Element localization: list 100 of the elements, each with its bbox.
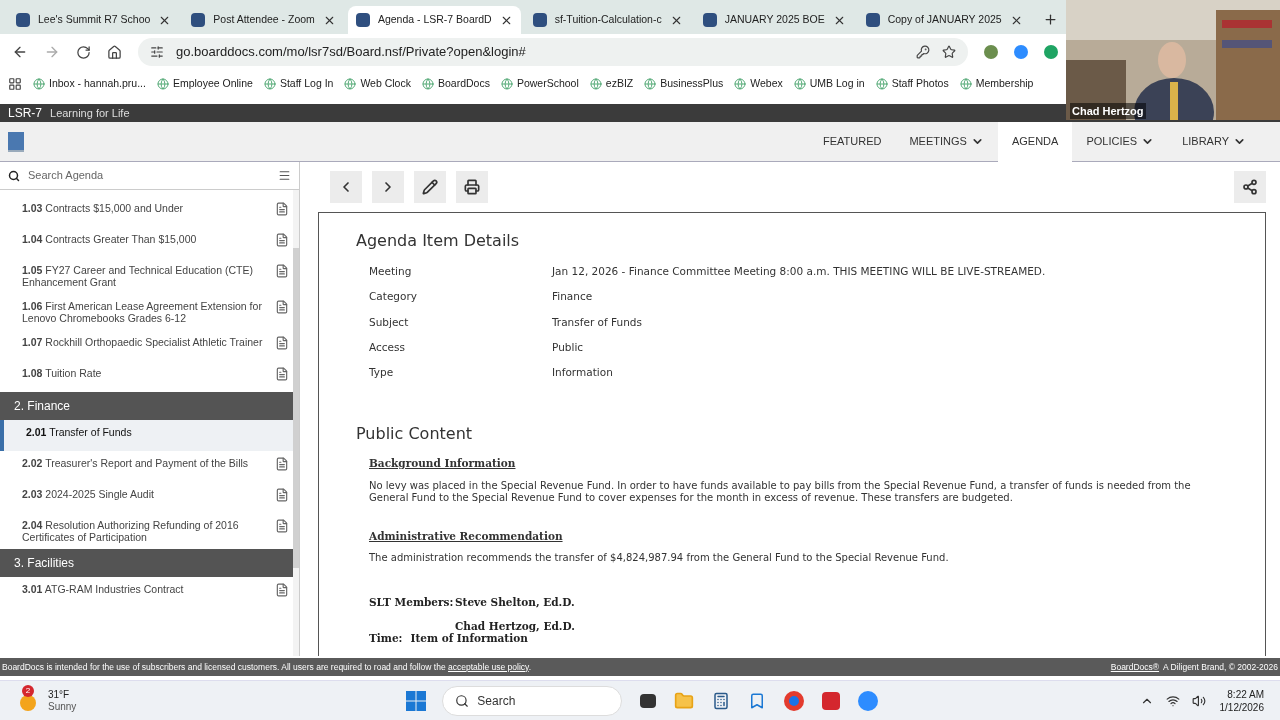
bookmark-item[interactable]: Membership: [959, 76, 1034, 92]
document-icon[interactable]: [275, 336, 289, 350]
globe-icon: [263, 78, 276, 90]
agenda-item[interactable]: 2.03 2024-2025 Single Audit: [0, 482, 293, 513]
agenda-item[interactable]: 1.03 Contracts $15,000 and Under: [0, 196, 293, 227]
agenda-item-title: 1.06 First American Lease Agreement Extension for Lenovo Chromebooks Grades 6-12: [22, 300, 263, 324]
tab-title: JANUARY 2025 BOE: [724, 12, 825, 28]
search-field[interactable]: Search Agenda: [28, 167, 270, 184]
bookmark-item[interactable]: ezBIZ: [589, 76, 634, 92]
print-button[interactable]: [456, 171, 488, 203]
globe-icon: [875, 78, 888, 90]
wifi-icon[interactable]: [1165, 693, 1180, 708]
logo-icon[interactable]: [8, 131, 24, 152]
printer-icon: [464, 179, 480, 195]
agenda-item[interactable]: 2.04 Resolution Authorizing Refunding of 2016 Certificates of Participation: [0, 513, 293, 549]
browser-tab[interactable]: Copy of JANUARY 2025: [857, 6, 1031, 34]
document-icon[interactable]: [275, 202, 289, 216]
browser-tab[interactable]: Lee's Summit R7 Schoo: [8, 6, 180, 34]
browser-tab[interactable]: JANUARY 2025 BOE: [694, 6, 854, 34]
brand-link[interactable]: BoardDocs®: [1110, 660, 1160, 674]
document-icon[interactable]: [275, 367, 289, 381]
detail-label: Access: [369, 340, 406, 355]
scrollbar-thumb[interactable]: [293, 248, 299, 568]
time-value: Item of Information: [410, 632, 528, 647]
key-icon[interactable]: [916, 45, 930, 59]
calculator-icon[interactable]: [712, 691, 731, 710]
bookmark-item[interactable]: Staff Photos: [875, 76, 949, 92]
apps-icon[interactable]: [8, 77, 22, 91]
content-heading: Administrative Recommendation: [369, 528, 564, 544]
agenda-item-title: 1.03 Contracts $15,000 and Under: [22, 202, 185, 214]
address-bar[interactable]: go.boarddocs.com/mo/lsr7sd/Board.nsf/Private?open&login#: [138, 38, 968, 66]
share-icon: [1242, 179, 1258, 195]
bookmark-item[interactable]: BoardDocs: [421, 76, 490, 92]
bookmark-item[interactable]: Web Clock: [344, 76, 411, 92]
nav-tab[interactable]: FEATURED: [809, 121, 896, 162]
search-icon: [8, 169, 20, 182]
agenda-item[interactable]: 3.01 ATG-RAM Industries Contract: [0, 577, 293, 608]
agenda-item[interactable]: 1.05 FY27 Career and Technical Education (CTE) Enhancement Grant: [0, 258, 293, 294]
volume-icon[interactable]: [1191, 693, 1206, 708]
bookmark-item[interactable]: Webex: [734, 76, 783, 92]
document-icon[interactable]: [275, 457, 289, 471]
tab-title: Copy of JANUARY 2025: [887, 12, 1002, 28]
site-icon: [865, 13, 880, 27]
windows-start-icon[interactable]: [406, 690, 427, 711]
weather-icon[interactable]: [20, 694, 36, 711]
agenda-item[interactable]: 1.08 Tuition Rate: [0, 361, 293, 392]
browser-tab[interactable]: Agenda - LSR-7 BoardD: [347, 6, 521, 34]
bookmark-item[interactable]: PowerSchool: [500, 76, 579, 92]
site-info-icon[interactable]: [150, 45, 164, 59]
reload-icon[interactable]: [76, 44, 91, 60]
url-text: go.boarddocs.com/mo/lsr7sd/Board.nsf/Private?open&login#: [176, 43, 527, 62]
time-label: Time:: [369, 631, 403, 647]
globe-icon: [959, 78, 972, 90]
extension-icon[interactable]: [984, 45, 998, 59]
bookmark-item[interactable]: BusinessPlus: [644, 76, 724, 92]
agenda-item[interactable]: 1.06 First American Lease Agreement Extension for Lenovo Chromebooks Grades 6-12: [0, 294, 293, 330]
nav-tab[interactable]: POLICIES: [1072, 121, 1169, 162]
share-button[interactable]: [1234, 171, 1266, 203]
agenda-item[interactable]: 1.04 Contracts Greater Than $15,000: [0, 227, 293, 258]
bookmark-item[interactable]: Employee Online: [156, 76, 253, 92]
bookmark-item[interactable]: Staff Log In: [263, 76, 334, 92]
menu-icon[interactable]: [278, 169, 291, 182]
tab-title: Lee's Summit R7 Schoo: [38, 12, 151, 28]
new-tab-icon[interactable]: [1042, 12, 1058, 27]
nav-tab[interactable]: AGENDA: [997, 121, 1073, 162]
detail-value: Transfer of Funds: [552, 314, 642, 330]
edit-button[interactable]: [414, 171, 446, 203]
bookmark-star-icon[interactable]: [942, 45, 956, 59]
extension-icon[interactable]: [1014, 45, 1028, 59]
document-icon[interactable]: [275, 264, 289, 278]
document-icon[interactable]: [275, 583, 289, 597]
browser-tab[interactable]: sf-Tuition-Calculation-c: [524, 6, 691, 34]
agenda-item[interactable]: 2.02 Treasurer's Report and Payment of the Bills: [0, 451, 293, 482]
section-title: Public Content: [356, 422, 474, 445]
document-icon[interactable]: [275, 519, 289, 533]
pencil-icon: [422, 179, 438, 195]
agenda-section[interactable]: 3. Facilities: [0, 549, 293, 577]
previous-button[interactable]: [330, 171, 362, 203]
next-button[interactable]: [372, 171, 404, 203]
detail-value: Jan 12, 2026 - Finance Committee Meeting 8:00 a.m. THIS MEETING WILL BE LIVE-STREAMED.: [552, 263, 1046, 279]
home-icon[interactable]: [107, 44, 122, 60]
agenda-item[interactable]: 1.07 Rockhill Orthopaedic Specialist Athletic Trainer: [0, 330, 293, 361]
document-icon[interactable]: [275, 233, 289, 247]
agenda-item-title: 2.01 Transfer of Funds: [26, 426, 133, 438]
browser-tab[interactable]: Post Attendee - Zoom: [183, 6, 344, 34]
document-icon[interactable]: [275, 488, 289, 502]
site-name: LSR-7: [8, 105, 42, 122]
extension-icon[interactable]: [1044, 45, 1058, 59]
taskbar-search[interactable]: Search: [442, 685, 623, 716]
bookmark-item[interactable]: UMB Log in: [793, 76, 865, 92]
agenda-item[interactable]: 2.01 Transfer of Funds: [0, 420, 293, 451]
copyright-text: A Diligent Brand, © 2002-2026: [1163, 660, 1278, 674]
nav-tab[interactable]: MEETINGS: [895, 121, 998, 162]
globe-icon: [33, 78, 45, 90]
document-icon[interactable]: [275, 300, 289, 314]
nav-tab[interactable]: LIBRARY: [1168, 121, 1260, 162]
policy-link[interactable]: acceptable use policy: [448, 661, 529, 672]
back-icon[interactable]: [12, 44, 28, 60]
bookmark-item[interactable]: Inbox - hannah.pru...: [33, 76, 146, 92]
agenda-section[interactable]: 2. Finance: [0, 392, 293, 420]
